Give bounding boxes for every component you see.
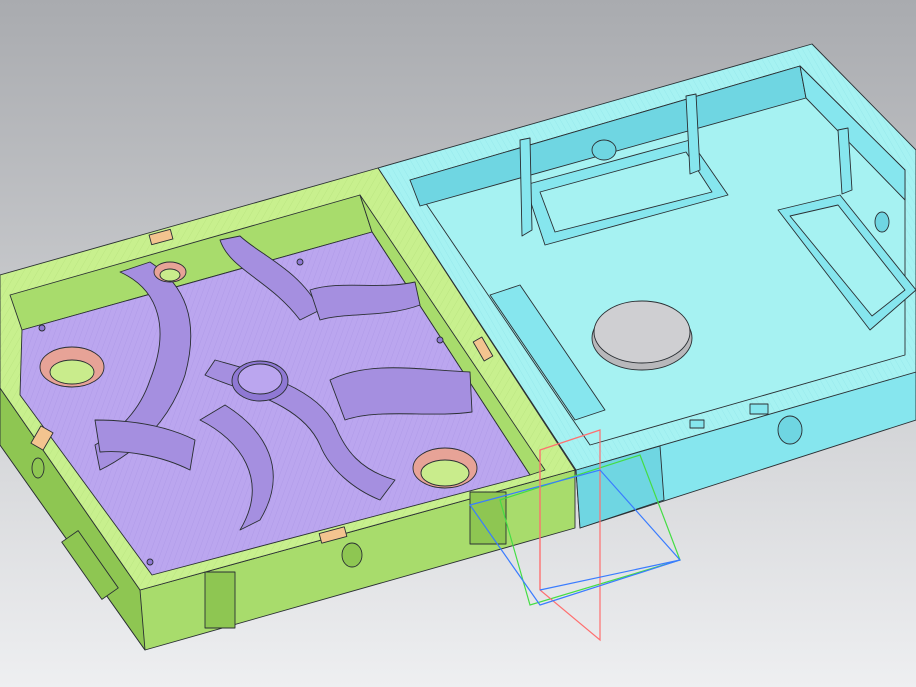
cyan-lid-rib-left: [519, 137, 533, 237]
maze-pad-top-inner: [159, 268, 181, 282]
cyan-lid-tab: [749, 403, 769, 415]
green-base-front-hole: [341, 542, 363, 568]
cyan-lid-right-hole: [874, 211, 890, 233]
floor-screw-hole: [38, 324, 46, 332]
maze-pad-right-inner: [420, 459, 470, 487]
floor-screw-hole: [146, 558, 154, 566]
cyan-lid-back-hole: [591, 139, 617, 161]
green-base-left-hole: [31, 457, 45, 479]
maze-wall-right-lower: [329, 367, 473, 421]
model-scene[interactable]: [0, 0, 916, 687]
floor-screw-hole: [296, 258, 304, 266]
green-base-front-rib: [204, 571, 236, 629]
maze-center-hub-hole: [237, 363, 283, 395]
cyan-lid-tab: [689, 419, 705, 429]
maze-pad-left-inner: [49, 359, 95, 385]
cyan-lid-disk: [593, 300, 691, 364]
cad-viewport[interactable]: [0, 0, 916, 687]
cyan-lid-front-hole: [777, 415, 803, 445]
floor-screw-hole: [436, 336, 444, 344]
